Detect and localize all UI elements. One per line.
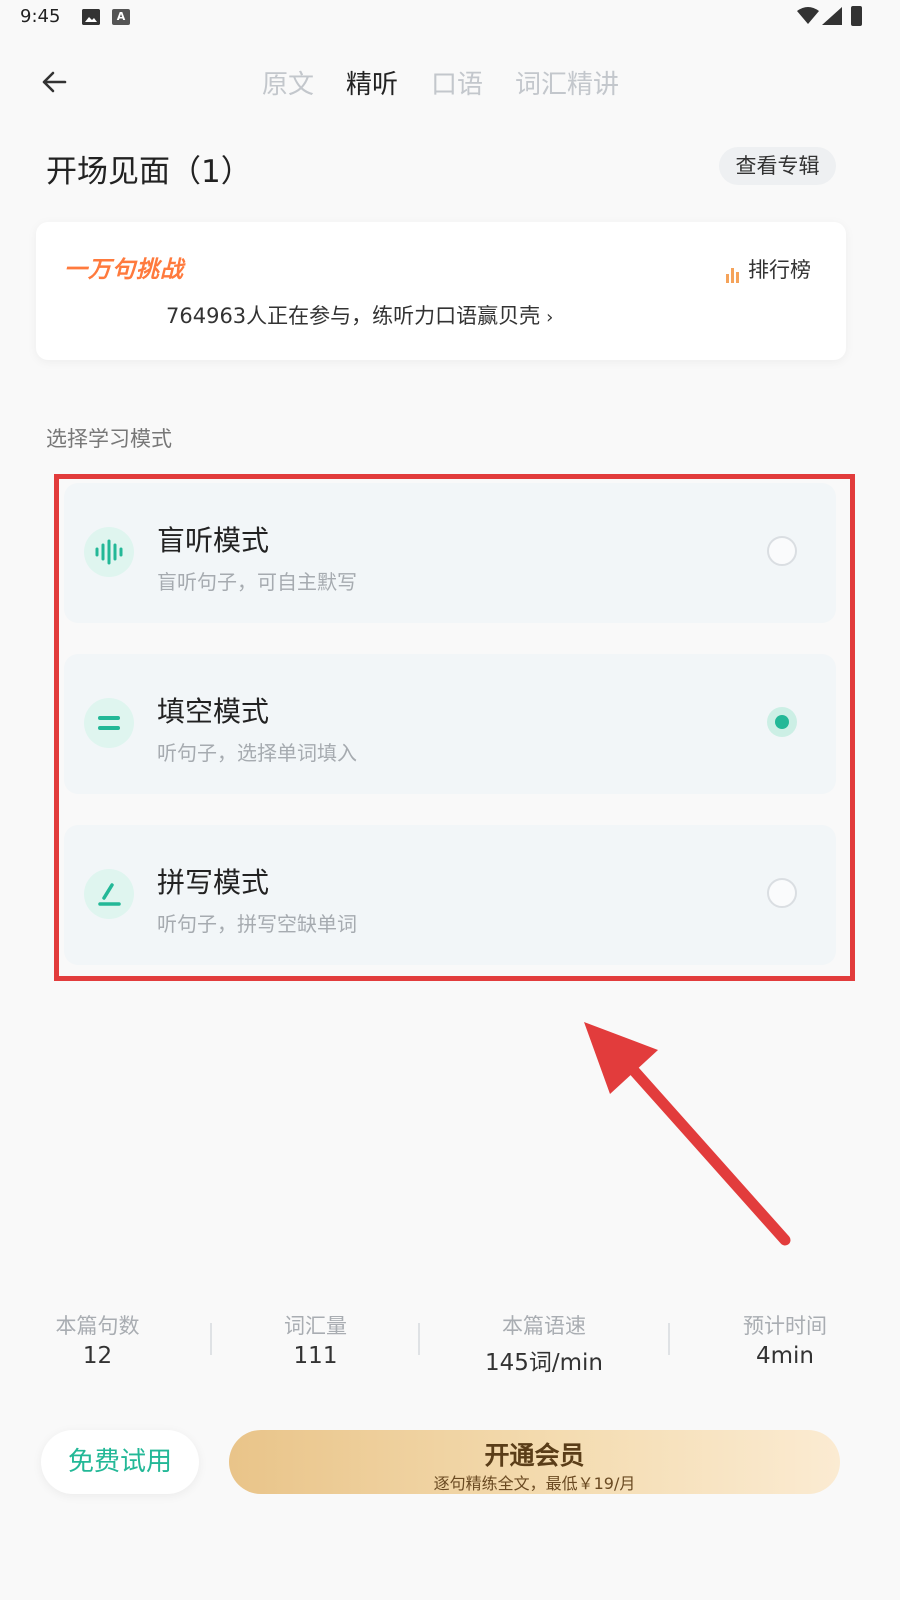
mode-card-spelling[interactable]: 拼写模式 听句子，拼写空缺单词: [64, 825, 836, 965]
bar-chart-icon: [726, 259, 742, 283]
status-bar: 9:45 A: [0, 0, 900, 40]
mode-radio[interactable]: [767, 536, 797, 566]
challenge-logo: 一万句挑战: [64, 257, 184, 283]
stat-divider: [668, 1323, 670, 1355]
leaderboard-label: 排行榜: [748, 258, 811, 282]
mode-description: 听句子，拼写空缺单词: [157, 912, 357, 936]
mode-description: 盲听句子，可自主默写: [157, 570, 357, 594]
back-arrow-icon[interactable]: [34, 62, 74, 102]
status-time: 9:45: [20, 6, 61, 27]
battery-icon: [851, 6, 862, 26]
stat-label-speed: 本篇语速: [502, 1314, 586, 1338]
tab-intensive-listening[interactable]: 精听: [346, 64, 398, 101]
mode-title: 盲听模式: [157, 524, 270, 557]
mode-title: 填空模式: [157, 695, 270, 728]
mode-card-fill-blank[interactable]: 填空模式 听句子，选择单词填入: [64, 654, 836, 794]
stat-value-sentences: 12: [82, 1343, 113, 1369]
stat-divider: [210, 1323, 212, 1355]
stat-divider: [418, 1323, 420, 1355]
page-title: 开场见面（1）: [46, 154, 252, 190]
tab-vocabulary[interactable]: 词汇精讲: [515, 64, 619, 101]
signal-icon: [822, 7, 842, 25]
pen-icon: [84, 869, 134, 919]
participants-link[interactable]: 764963人正在参与，练听力口语赢贝壳 ›: [166, 300, 553, 330]
mode-radio-selected[interactable]: [767, 707, 797, 737]
red-arrow-annotation: [584, 1022, 791, 1246]
tab-speaking[interactable]: 口语: [431, 64, 483, 101]
chevron-right-icon: ›: [546, 307, 554, 328]
vip-subtitle: 逐句精练全文，最低￥19/月: [433, 1474, 636, 1493]
vip-title: 开通会员: [484, 1441, 585, 1470]
free-trial-button[interactable]: 免费试用: [41, 1430, 199, 1494]
mode-description: 听句子，选择单词填入: [157, 741, 357, 765]
mode-title: 拼写模式: [157, 866, 270, 899]
a-letter-icon: A: [112, 9, 130, 25]
mode-card-blind-listening[interactable]: 盲听模式 盲听句子，可自主默写: [64, 483, 836, 623]
leaderboard-link[interactable]: 排行榜: [726, 254, 811, 284]
sound-wave-icon: [84, 527, 134, 577]
mode-radio[interactable]: [767, 878, 797, 908]
stat-label-sentences: 本篇句数: [55, 1314, 140, 1338]
stat-value-speed: 145词/min: [484, 1350, 604, 1376]
section-label: 选择学习模式: [46, 427, 172, 451]
participants-text: 764963人正在参与，练听力口语赢贝壳: [166, 304, 541, 328]
stat-value-time: 4min: [755, 1343, 814, 1369]
tab-original-text[interactable]: 原文: [262, 64, 314, 101]
equals-icon: [84, 698, 134, 748]
stat-value-vocabulary: 111: [293, 1343, 338, 1369]
wifi-icon: [797, 7, 819, 24]
image-icon: [82, 9, 100, 25]
stat-label-time: 预计时间: [743, 1314, 827, 1338]
view-album-button[interactable]: 查看专辑: [719, 147, 836, 185]
challenge-card[interactable]: 一万句挑战 排行榜 764963人正在参与，练听力口语赢贝壳 ›: [36, 222, 846, 360]
vip-membership-button[interactable]: 开通会员 逐句精练全文，最低￥19/月: [229, 1430, 840, 1494]
stat-label-vocabulary: 词汇量: [284, 1314, 347, 1338]
